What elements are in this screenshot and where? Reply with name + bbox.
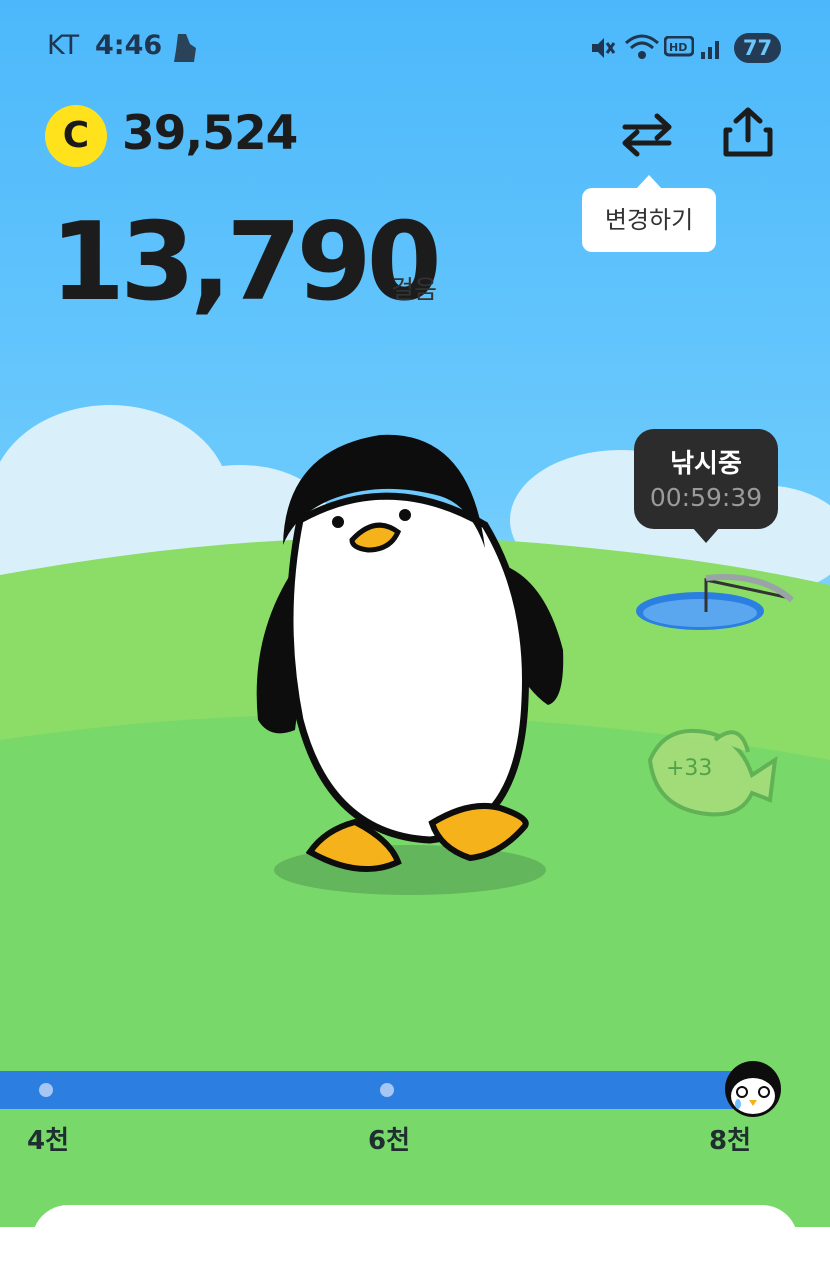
tick-6k: 6천 [368, 1126, 411, 1156]
swap-icon [622, 113, 672, 157]
carrier-label: KT [47, 30, 80, 61]
progress-milestone-dot [380, 1083, 394, 1097]
change-tooltip[interactable]: 변경하기 [582, 175, 716, 252]
tick-4k: 4천 [27, 1126, 70, 1156]
step-unit: 걸음 [391, 275, 438, 304]
status-bar: KT 4:46 HD 77 [0, 0, 830, 96]
share-button[interactable] [718, 104, 778, 160]
wifi-icon [625, 34, 659, 59]
mute-icon [592, 38, 616, 58]
swap-button[interactable] [617, 110, 677, 160]
bottom-sheet[interactable] [32, 1205, 798, 1265]
step-count: 13,790 [50, 200, 442, 325]
svg-text:+33: +33 [666, 756, 712, 781]
fishing-timer: 00:59:39 [649, 483, 763, 512]
coin-balance: 39,524 [122, 106, 298, 161]
clock: 4:46 [95, 30, 163, 61]
fishing-status-label: 낚시중 [670, 449, 742, 479]
running-shoe-icon [174, 34, 196, 62]
signal-icon [701, 41, 719, 59]
share-icon [723, 107, 773, 157]
fishing-status-bubble[interactable]: 낚시중 00:59:39 [634, 429, 778, 543]
coin-icon: C [45, 105, 107, 167]
hd-voice-icon: HD [664, 36, 694, 57]
tick-8k: 8천 [709, 1126, 752, 1156]
game-scene: +33 [0, 405, 830, 1227]
battery-icon: 77 [734, 33, 781, 63]
svg-text:HD: HD [669, 41, 687, 54]
penguin-avatar-icon [725, 1061, 781, 1117]
progress-milestone-dot [39, 1083, 53, 1097]
